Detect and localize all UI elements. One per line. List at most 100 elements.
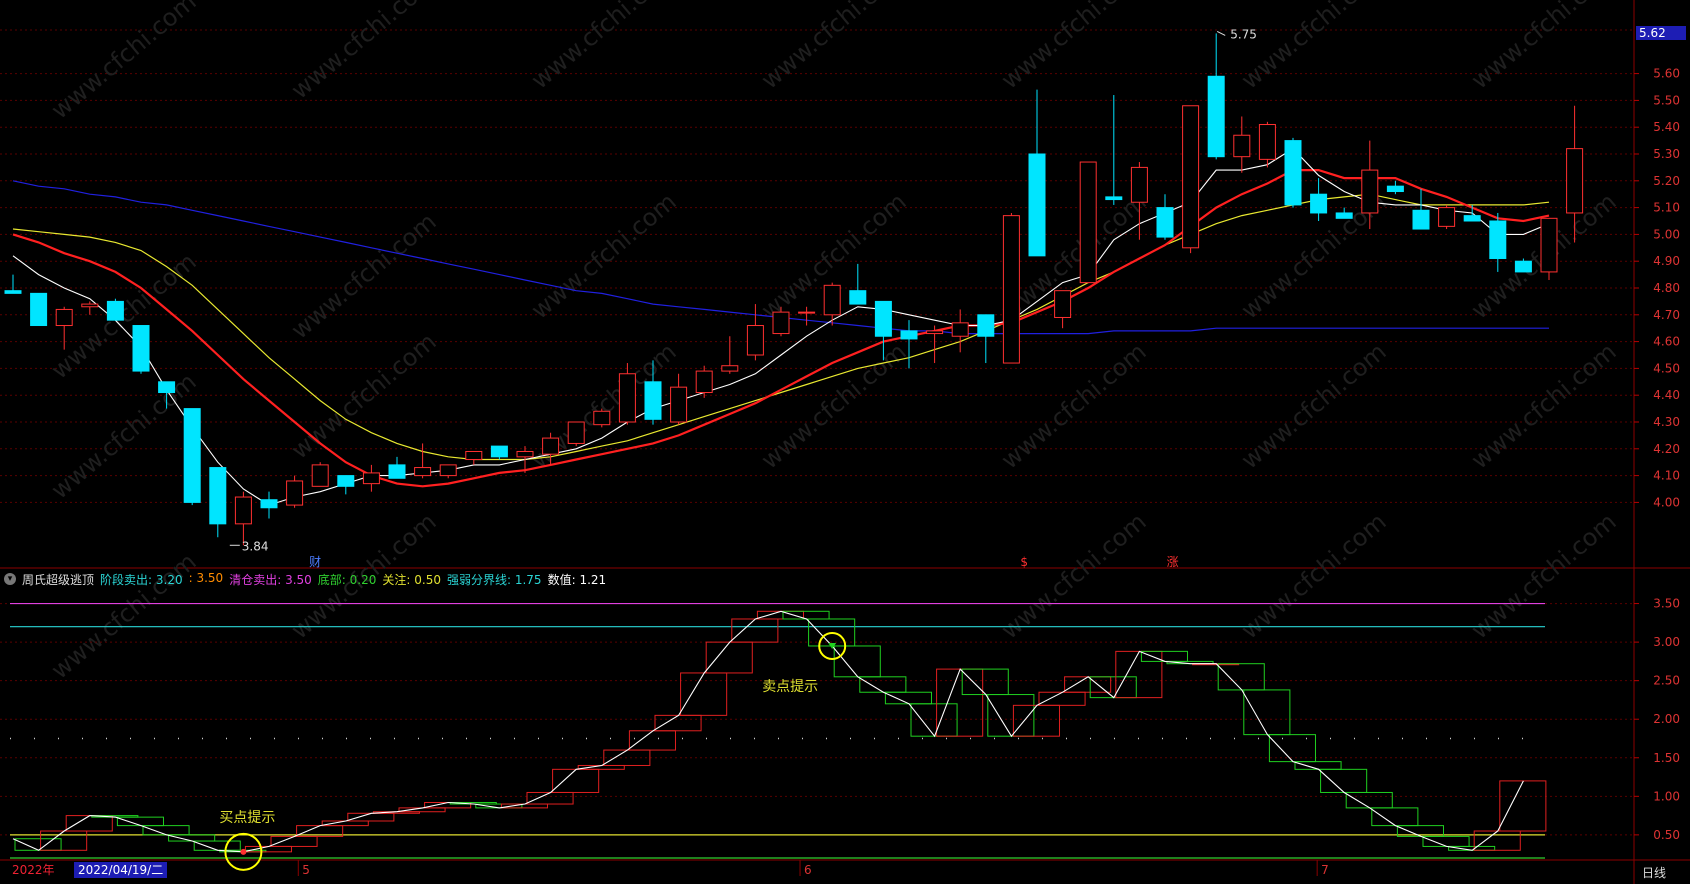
chart-stage: 5.60 5.50 5.40 5.30 5.20 5.10 5.00 4.90 4.80 4.70… [0, 0, 1690, 884]
price-tick-label: 4.80 [1653, 281, 1680, 295]
indicator-step-box [321, 820, 369, 827]
indicator-step-box [859, 676, 907, 693]
candle-body [1028, 153, 1046, 257]
stock-chart[interactable]: 5.60 5.50 5.40 5.30 5.20 5.10 5.00 4.90 4.80 4.70… [0, 0, 1690, 884]
indicator-param-value: 3.20 [152, 572, 183, 587]
indicator-param-value: 0.20 [345, 572, 377, 587]
candle-body [849, 290, 867, 305]
candle-body [260, 499, 278, 509]
candle-body [542, 437, 560, 455]
indicator-tick-label: 1.00 [1653, 789, 1680, 803]
indicator-step-box [705, 641, 753, 674]
watermark-text: www.cfchi.com [1236, 337, 1392, 474]
candle-body [746, 325, 764, 356]
indicator-toggle-icon[interactable]: ▾ [4, 573, 16, 585]
indicator-step-box [628, 730, 676, 751]
indicator-step-box [782, 610, 830, 620]
period-tab-daily[interactable]: 日线 [1642, 864, 1666, 881]
indicator-step-box [1089, 676, 1137, 699]
indicator-step-box [347, 812, 395, 822]
indicator-step-box [193, 840, 241, 851]
candle-body [55, 308, 73, 327]
cursor-date: 2022/04/19/二 [74, 862, 168, 878]
indicator-step-box [552, 768, 600, 793]
indicator-step-box [116, 816, 164, 827]
candle-body [183, 408, 201, 503]
indicator-param-label: 阶段卖出: [100, 572, 153, 587]
candle-body [593, 410, 611, 426]
watermark-text: www.cfchi.com [1466, 337, 1622, 474]
indicator-tick-label: 1.50 [1653, 751, 1680, 765]
candle-body [926, 330, 944, 335]
candle-body [1335, 212, 1353, 219]
indicator-name[interactable]: 周氏超级逃顶 [22, 571, 94, 588]
indicator-param-value: 3.50 [192, 570, 224, 585]
candle-body [1105, 196, 1123, 201]
event-marker: $ [1020, 555, 1028, 569]
indicator-step-box [910, 703, 958, 737]
indicator-tick-label: 2.50 [1653, 674, 1680, 688]
indicator-param-value: 3.50 [281, 572, 312, 587]
candle-body [1284, 140, 1302, 206]
indicator-step-box [833, 645, 881, 678]
watermark-text: www.cfchi.com [286, 327, 442, 464]
watermark-text: www.cfchi.com [286, 207, 442, 344]
indicator-param: 数值: 1.21 [548, 571, 607, 588]
price-tick-label: 5.30 [1653, 147, 1680, 161]
indicator-step-box [1473, 830, 1521, 851]
indicator-tick-label: 3.50 [1653, 597, 1680, 611]
buy-hint-label: 买点提示 [219, 810, 275, 826]
price-tick-label: 4.10 [1653, 469, 1680, 483]
candle-body [977, 314, 995, 337]
candle-body [900, 330, 918, 340]
candle-body [1540, 217, 1558, 273]
indicator-step-box [65, 815, 113, 832]
indicator-header: ▾ 周氏超级逃顶 阶段卖出: 3.20: 3.50 清仓卖出: 3.50 底部: 0… [4, 570, 606, 588]
candle-body [1438, 207, 1456, 227]
indicator-step-box [731, 618, 779, 643]
indicator-param-value: 1.75 [511, 572, 542, 587]
indicator-param: 关注: 0.50 [382, 571, 441, 588]
watermark-text: www.cfchi.com [526, 0, 682, 95]
candle-body [1130, 166, 1148, 203]
candle-body [1156, 207, 1174, 238]
indicator-step-box [1422, 835, 1470, 847]
candle-body [695, 370, 713, 394]
indicator-step-box [1345, 791, 1393, 809]
indicator-step-box [244, 845, 292, 853]
indicator-step-box [680, 672, 728, 716]
watermark-text: www.cfchi.com [1236, 0, 1392, 95]
price-tick-label: 5.00 [1653, 227, 1680, 241]
candle-body [823, 284, 841, 316]
indicator-param-label: 关注: [382, 572, 411, 587]
price-tick-label: 4.70 [1653, 308, 1680, 322]
watermark-text: www.cfchi.com [46, 367, 202, 504]
candle-body [286, 480, 304, 506]
candle-body [1233, 134, 1251, 158]
price-tick-label: 5.10 [1653, 201, 1680, 215]
candle-body [30, 292, 48, 327]
price-tick-label: 4.90 [1653, 254, 1680, 268]
candle-body [670, 386, 688, 423]
candle-body [721, 365, 739, 372]
candle-body [439, 464, 457, 477]
watermark-text: www.cfchi.com [1466, 507, 1622, 644]
indicator-step-box [1320, 768, 1368, 793]
watermark-text: www.cfchi.com [996, 0, 1152, 95]
candle-body [1361, 169, 1379, 214]
price-tick-label: 5.50 [1653, 93, 1680, 107]
watermark-text: www.cfchi.com [996, 507, 1152, 644]
low-price-label: 3.84 [242, 539, 269, 553]
price-tick-label: 4.60 [1653, 335, 1680, 349]
price-tick-label: 4.00 [1653, 495, 1680, 509]
candle-body [567, 421, 585, 444]
candle-body [644, 381, 662, 420]
watermark-text: www.cfchi.com [46, 0, 202, 125]
indicator-step-box [1499, 780, 1547, 832]
candle-body [1463, 215, 1481, 222]
price-tick-label: 5.20 [1653, 174, 1680, 188]
indicator-step-box [1038, 691, 1086, 706]
event-marker: 财 [309, 555, 321, 569]
candle-body [1412, 209, 1430, 230]
indicator-step-box [1294, 761, 1342, 770]
